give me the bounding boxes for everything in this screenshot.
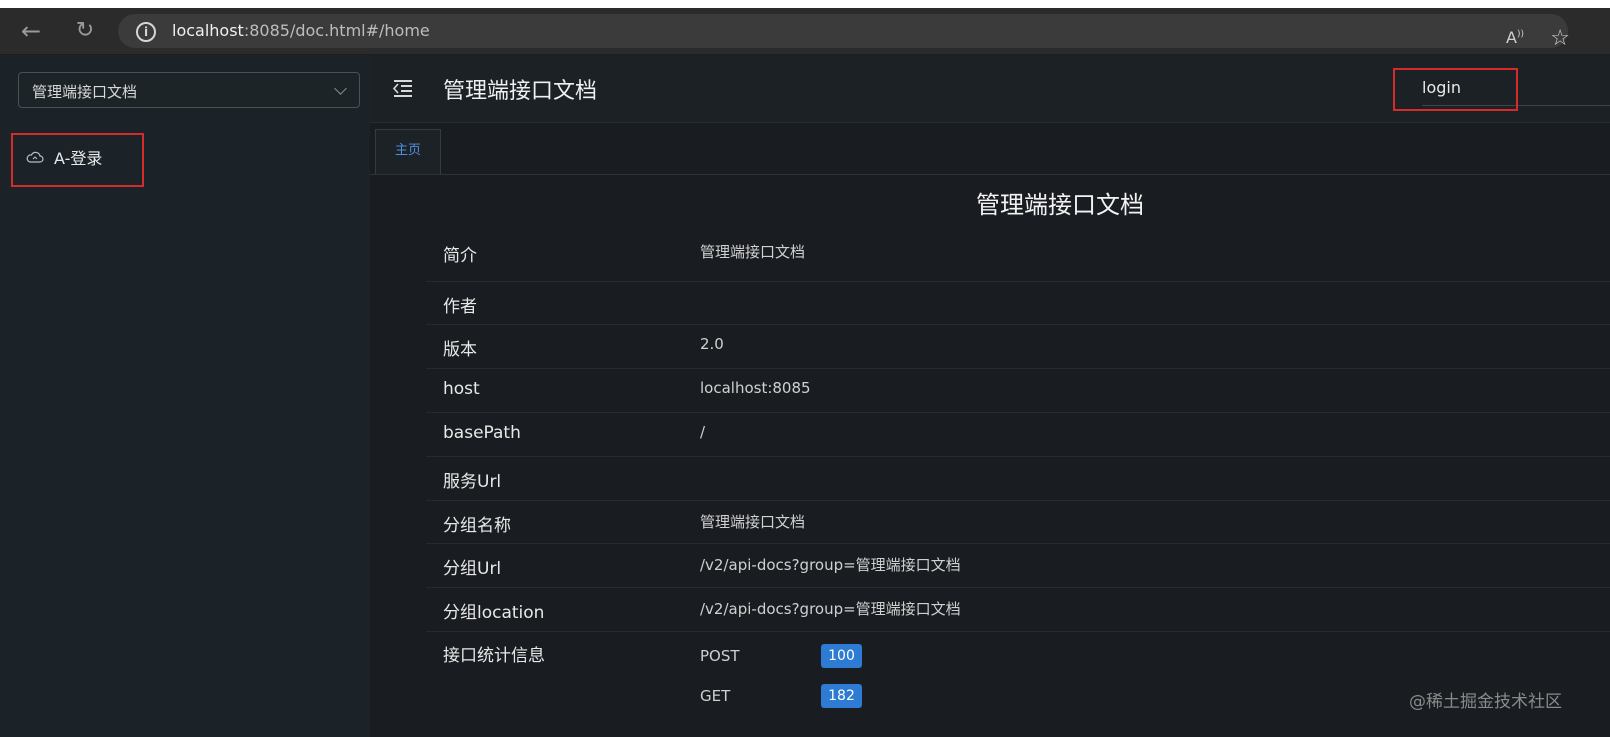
page-title: 管理端接口文档: [443, 79, 598, 104]
chevron-down-icon: [334, 82, 347, 95]
info-value: /v2/api-docs?group=管理端接口文档: [700, 556, 961, 574]
info-row: 作者: [426, 281, 1610, 325]
info-value: localhost:8085: [700, 379, 811, 397]
info-row: 简介 管理端接口文档: [426, 227, 1610, 282]
info-row: basePath /: [426, 412, 1610, 457]
info-row: 分组名称 管理端接口文档: [426, 500, 1610, 544]
info-row: 服务Url: [426, 456, 1610, 501]
info-label: 分组Url: [443, 559, 502, 579]
info-icon[interactable]: i: [136, 22, 156, 42]
menu-fold-icon[interactable]: [392, 79, 414, 97]
group-select[interactable]: 管理端接口文档: [18, 72, 360, 108]
info-label: 分组location: [443, 603, 545, 623]
main-panel: 管理端接口文档 主页 管理端接口文档 简介 管理端接口文档 作者 版本 2.0 …: [370, 55, 1610, 737]
count-badge: 100: [821, 644, 862, 668]
highlight-box-search: [1393, 68, 1518, 111]
watermark: @稀土掘金技术社区: [1409, 692, 1562, 712]
method-label: GET: [700, 687, 731, 705]
tab-home[interactable]: 主页: [375, 129, 441, 174]
method-label: POST: [700, 647, 740, 665]
info-value: /: [700, 423, 706, 441]
tab-bar: 主页: [370, 127, 1610, 175]
info-label: 作者: [443, 297, 477, 317]
info-value: 2.0: [700, 335, 724, 353]
doc-title: 管理端接口文档: [976, 191, 1144, 219]
count-badge: 182: [821, 684, 862, 708]
info-value: 管理端接口文档: [700, 513, 806, 531]
info-value: 管理端接口文档: [700, 243, 806, 261]
info-label: 接口统计信息: [443, 646, 545, 666]
read-aloud-icon[interactable]: A)): [1506, 28, 1524, 47]
info-label: 分组名称: [443, 516, 511, 536]
info-row: host localhost:8085: [426, 368, 1610, 413]
browser-toolbar: ← ↻ i localhost:8085/doc.html#/home A)) …: [0, 8, 1610, 55]
info-row: 版本 2.0: [426, 324, 1610, 369]
address-bar[interactable]: i localhost:8085/doc.html#/home: [118, 14, 1568, 48]
back-arrow-icon[interactable]: ←: [16, 16, 46, 46]
info-label: 服务Url: [443, 472, 502, 492]
info-row: 分组Url /v2/api-docs?group=管理端接口文档: [426, 543, 1610, 588]
add-favorite-icon[interactable]: ☆: [1550, 26, 1570, 51]
info-label: basePath: [443, 423, 521, 443]
info-label: 版本: [443, 340, 477, 360]
info-row-stats: 接口统计信息 POST 100 GET 182: [426, 631, 1610, 737]
highlight-box-menu: [11, 133, 144, 187]
group-select-value: 管理端接口文档: [32, 83, 138, 101]
info-label: host: [443, 379, 480, 399]
url-text: localhost:8085/doc.html#/home: [172, 21, 430, 40]
info-value: /v2/api-docs?group=管理端接口文档: [700, 600, 961, 618]
info-label: 简介: [443, 246, 477, 266]
info-row: 分组location /v2/api-docs?group=管理端接口文档: [426, 587, 1610, 632]
reload-icon[interactable]: ↻: [70, 16, 100, 46]
